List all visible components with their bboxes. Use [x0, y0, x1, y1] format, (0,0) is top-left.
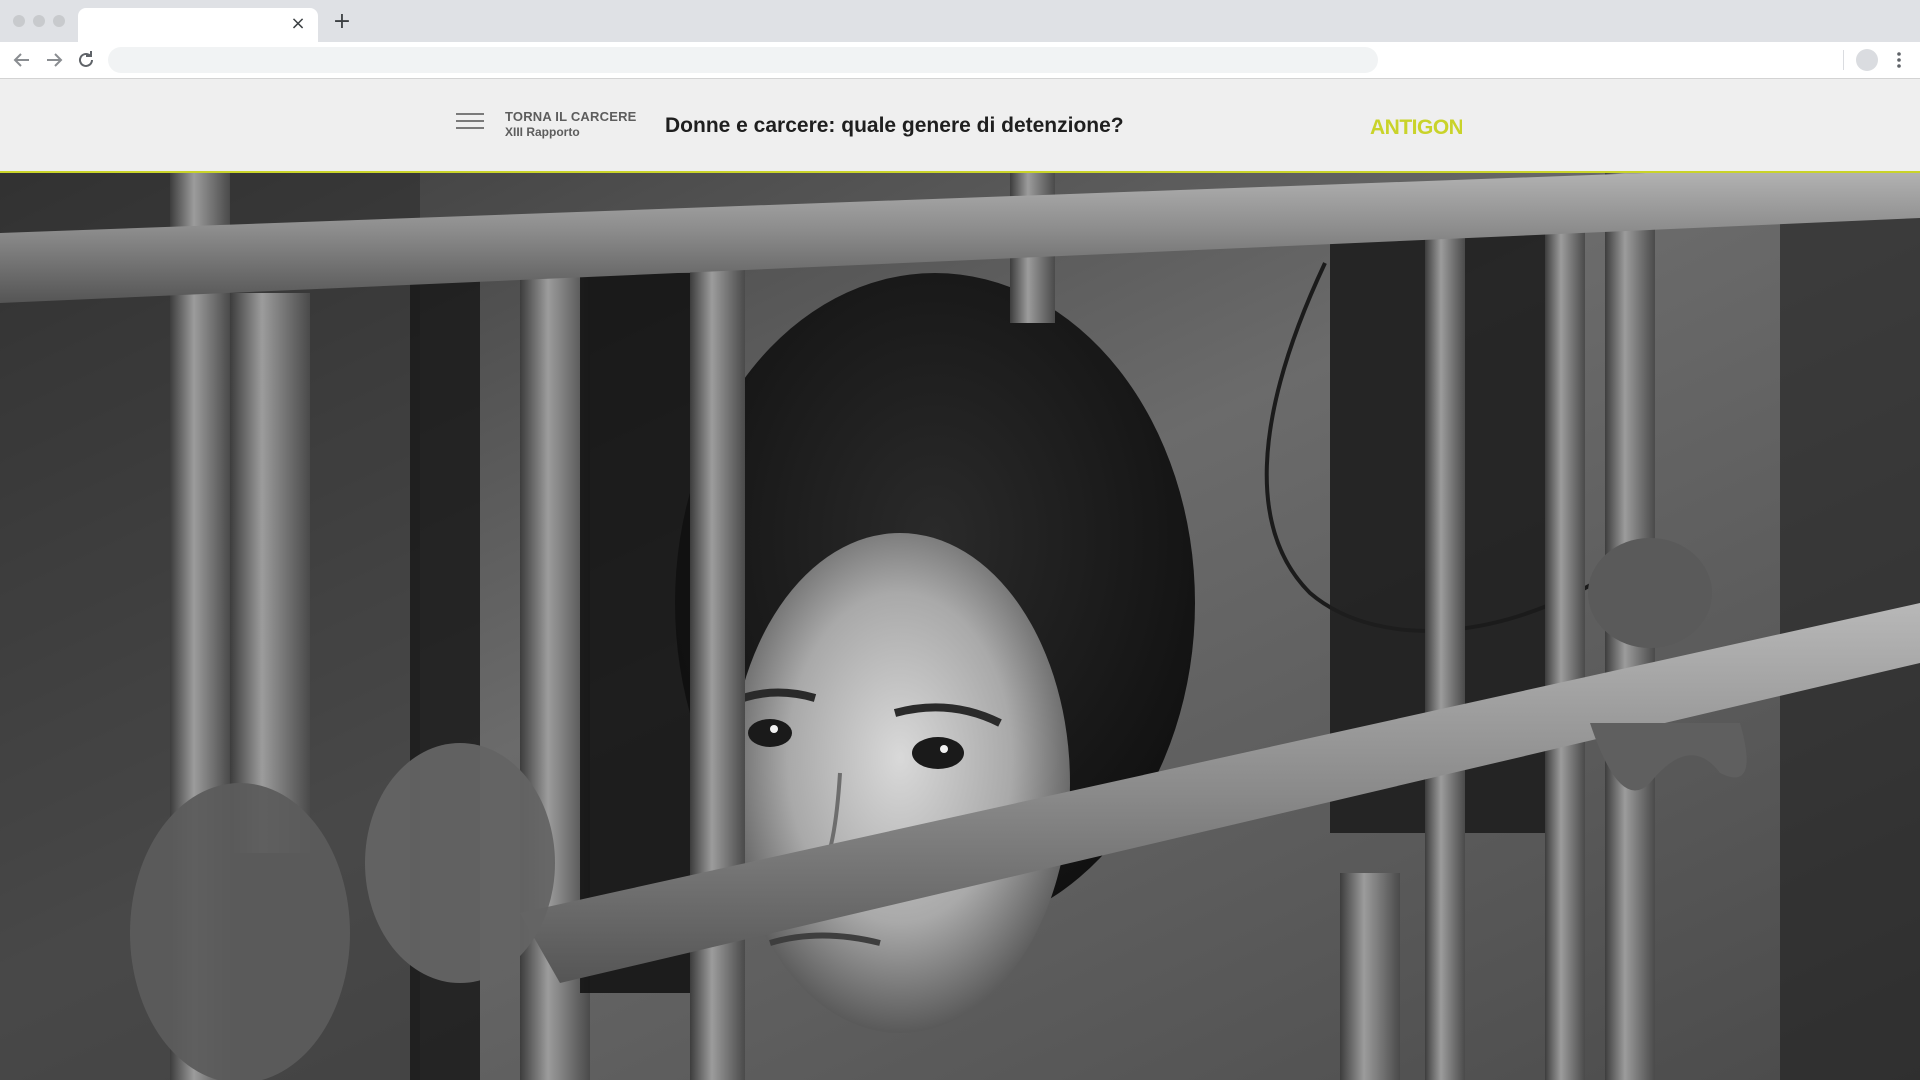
more-vert-icon[interactable] [1890, 48, 1908, 72]
article-title: Donne e carcere: quale genere di detenzi… [665, 114, 1124, 137]
antigone-logo[interactable]: ANTIGONE [1370, 115, 1478, 139]
section-subtitle: XIII Rapporto [505, 125, 580, 139]
profile-avatar-icon[interactable] [1856, 49, 1878, 71]
new-tab-button[interactable]: + [330, 10, 354, 34]
browser-tab-strip: × + [0, 0, 1920, 42]
address-bar[interactable] [108, 47, 1378, 73]
window-minimize-dot[interactable] [33, 15, 45, 27]
section-title[interactable]: TORNA IL CARCERE [505, 109, 637, 124]
close-tab-icon[interactable]: × [288, 14, 308, 34]
window-close-dot[interactable] [13, 15, 25, 27]
back-arrow-icon[interactable] [10, 48, 34, 72]
site-header: TORNA IL CARCERE XIII Rapporto Donne e c… [0, 79, 1920, 173]
logo-text: ANTIGONE [1370, 116, 1462, 137]
hamburger-menu-icon[interactable] [456, 113, 484, 135]
hero-photo [0, 173, 1920, 1080]
window-zoom-dot[interactable] [53, 15, 65, 27]
prison-bars-photo [0, 173, 1920, 1080]
forward-arrow-icon[interactable] [42, 48, 66, 72]
browser-tab[interactable]: × [78, 8, 318, 42]
browser-toolbar [0, 42, 1920, 79]
reload-icon[interactable] [74, 48, 98, 72]
toolbar-divider [1843, 50, 1844, 70]
